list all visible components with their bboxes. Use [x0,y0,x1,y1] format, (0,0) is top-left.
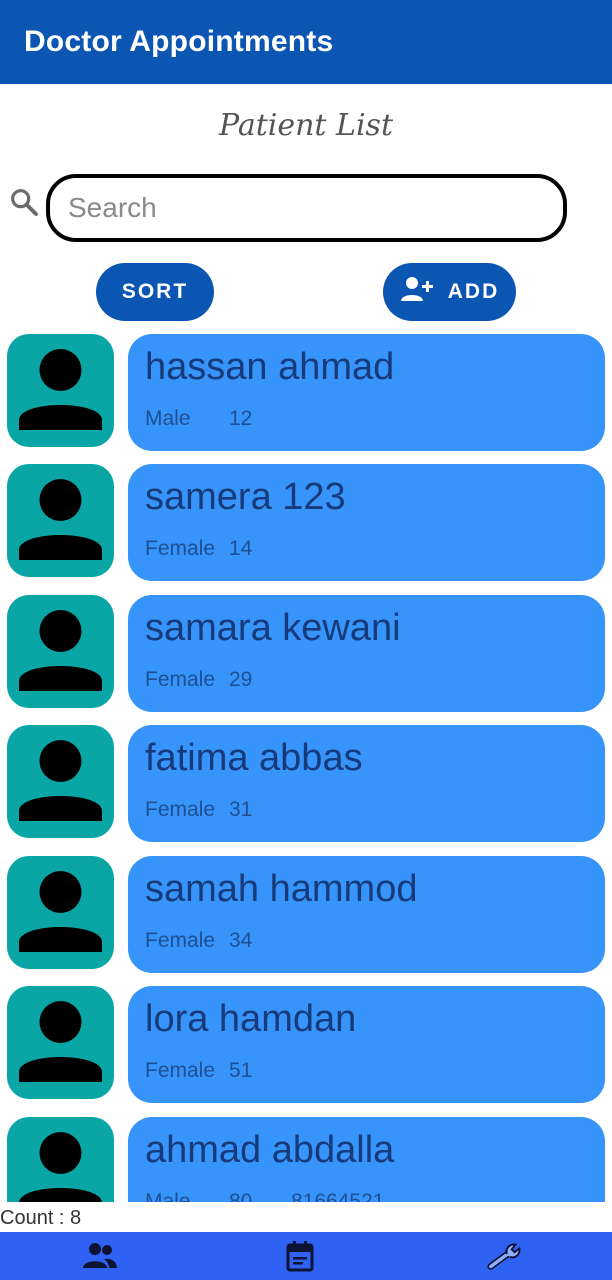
search-bar [0,172,612,244]
wrench-icon [487,1243,521,1270]
nav-patients-button[interactable] [80,1238,120,1274]
people-icon [83,1243,117,1268]
patient-name: fatima abbas [145,737,363,779]
person-icon [19,610,102,691]
patient-card[interactable]: samah hammod Female 34 [128,856,605,973]
nav-settings-button[interactable] [486,1238,526,1274]
avatar [7,334,114,447]
patient-name: samah hammod [145,868,418,910]
avatar [7,1117,114,1202]
patient-row[interactable]: samah hammod Female 34 [0,856,612,974]
sort-button[interactable]: SORT [96,263,214,321]
patient-card[interactable]: hassan ahmad Male 12 [128,334,605,451]
patient-card[interactable]: samara kewani Female 29 [128,595,605,712]
person-icon [19,1132,102,1202]
patient-gender: Female [145,1059,216,1082]
patient-meta: Female 51 [145,1059,291,1083]
patient-age: 80 [229,1190,253,1202]
person-icon [19,740,102,821]
add-button-label: ADD [447,280,500,303]
page-subtitle: Patient List [218,108,393,143]
sort-button-label: SORT [121,280,189,303]
search-icon [8,186,40,218]
patient-age: 29 [229,668,253,691]
patient-row[interactable]: samera 123 Female 14 [0,464,612,582]
patient-row[interactable]: lora hamdan Female 51 [0,986,612,1104]
patient-row[interactable]: samara kewani Female 29 [0,595,612,713]
patient-age: 12 [229,407,253,430]
person-icon [19,479,102,560]
patient-age: 51 [229,1059,253,1082]
bottom-navigation [0,1232,612,1280]
avatar [7,986,114,1099]
patient-card[interactable]: samera 123 Female 14 [128,464,605,581]
search-input[interactable] [46,174,567,242]
app-title: Doctor Appointments [24,25,334,58]
patient-name: lora hamdan [145,998,357,1040]
person-icon [19,871,102,952]
patient-name: samara kewani [145,607,401,649]
patient-card[interactable]: ahmad abdalla Male 80 81664521 [128,1117,605,1202]
patient-row[interactable]: fatima abbas Female 31 [0,725,612,843]
avatar [7,595,114,708]
person-icon [19,349,102,430]
patient-meta: Female 31 [145,798,291,822]
avatar [7,725,114,838]
patient-meta: Female 14 [145,537,291,561]
patient-gender: Female [145,929,216,952]
patient-list: hassan ahmad Male 12 samera 123 Female 14 [0,334,612,1202]
add-person-icon [400,275,436,309]
patient-age: 34 [229,929,253,952]
patient-gender: Female [145,668,216,691]
patient-gender: Male [145,407,191,430]
add-patient-button[interactable]: ADD [383,263,516,321]
patient-card[interactable]: fatima abbas Female 31 [128,725,605,842]
patient-count: Count : 8 [0,1204,612,1232]
patient-gender: Female [145,798,216,821]
patient-row[interactable]: ahmad abdalla Male 80 81664521 [0,1117,612,1202]
patient-meta: Female 29 [145,668,291,692]
patient-card[interactable]: lora hamdan Female 51 [128,986,605,1103]
patient-name: samera 123 [145,476,346,518]
patient-phone: 81664521 [291,1190,385,1202]
patient-gender: Female [145,537,216,560]
calendar-icon [286,1241,314,1272]
patient-row[interactable]: hassan ahmad Male 12 [0,334,612,452]
patient-name: ahmad abdalla [145,1129,395,1171]
patient-name: hassan ahmad [145,346,395,388]
patient-meta: Female 34 [145,929,291,953]
patient-meta: Male 12 [145,407,291,431]
patient-meta: Male 80 81664521 [145,1190,384,1202]
nav-appointments-button[interactable] [280,1238,320,1274]
avatar [7,464,114,577]
patient-age: 31 [229,798,253,821]
person-icon [19,1001,102,1082]
avatar [7,856,114,969]
patient-age: 14 [229,537,253,560]
app-bar: Doctor Appointments [0,0,612,84]
patient-gender: Male [145,1190,191,1202]
